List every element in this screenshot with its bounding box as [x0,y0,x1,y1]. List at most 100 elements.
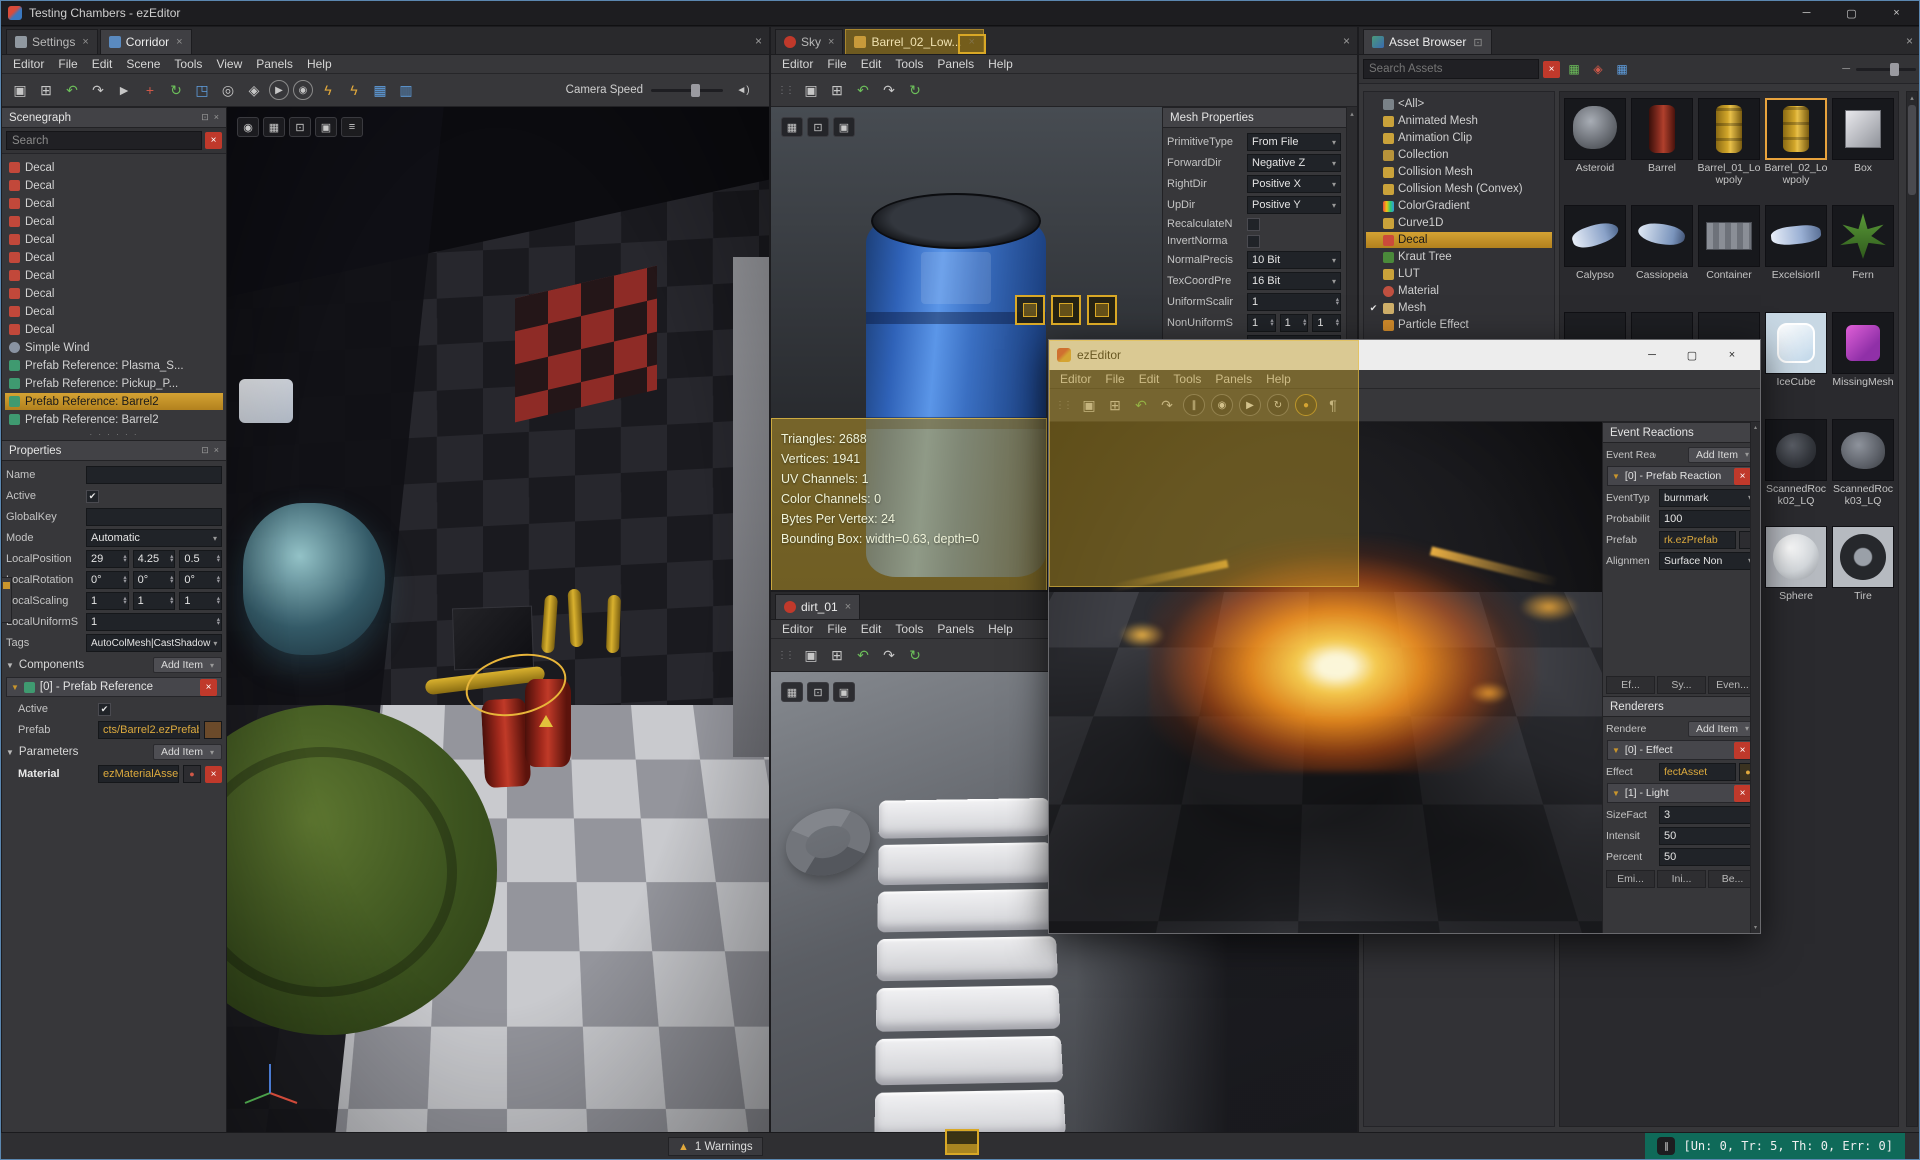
menu-item[interactable]: Tools [888,621,930,637]
close-panel-icon[interactable]: × [214,445,219,456]
texcoord-precision-dropdown[interactable]: 16 Bit ▾ [1247,272,1341,290]
scenegraph-item[interactable]: Decal [5,159,223,176]
event-reaction-header[interactable]: ▼ [0] - Prefab Reaction × [1607,466,1756,486]
scenegraph-item[interactable]: Decal [5,195,223,212]
asset-type-filter[interactable]: Animation Clip [1366,130,1552,146]
asset-item[interactable]: Asteroid [1563,98,1627,202]
render-pipeline-icon[interactable]: ▦ [368,78,392,102]
menu-item[interactable]: Tools [1166,371,1208,387]
menu-item[interactable]: Panels [930,56,981,72]
clear-search-icon[interactable]: × [205,132,222,149]
select-mode-icon[interactable]: ► [112,78,136,102]
add-parameter-button[interactable]: Add Item ▾ [153,744,222,760]
menu-item[interactable]: Panels [249,56,300,72]
remove-parameter-icon[interactable]: × [205,766,222,783]
maximize-viewport-icon[interactable]: ⊡ [807,682,829,702]
document-tab[interactable]: Corridor × [100,29,192,54]
asset-item[interactable]: Cassiopeia [1630,205,1694,309]
asset-type-filter[interactable]: Collection [1366,147,1552,163]
component-header[interactable]: ▼ [0] - Prefab Reference × [6,677,222,697]
save-all-icon[interactable]: ⊞ [34,78,58,102]
sort-assets-icon[interactable]: ▦ [1564,59,1584,79]
scenegraph-item[interactable]: Decal [5,303,223,320]
menu-item[interactable]: Editor [775,621,820,637]
menu-item[interactable]: File [51,56,84,72]
save-icon[interactable]: ▣ [799,78,823,102]
clear-search-icon[interactable]: × [1543,61,1560,78]
close-button[interactable]: × [1712,340,1752,370]
toolbar-drag-handle[interactable]: ⋮⋮ [1055,400,1071,411]
scaling-x-input[interactable]: 1 ▴ ▾ [86,592,129,610]
menu-item[interactable]: Help [300,56,339,72]
asset-item[interactable]: Container [1697,205,1761,309]
save-icon[interactable]: ▣ [1077,393,1101,417]
menu-item[interactable]: File [820,621,853,637]
rotate-gizmo-icon[interactable]: ↻ [164,78,188,102]
menu-item[interactable]: Edit [85,56,120,72]
maximize-button[interactable]: ▢ [1672,340,1712,370]
asset-type-filter[interactable]: Particle Effect [1366,317,1552,333]
menu-item[interactable]: Help [981,621,1020,637]
asset-item[interactable]: Barrel_01_Lowpoly [1697,98,1761,202]
show-text-icon[interactable]: ¶ [1321,393,1345,417]
pause-sim-icon[interactable]: ∥ [1183,394,1205,416]
mode-dropdown[interactable]: Automatic ▾ [86,529,222,547]
recalculate-normals-checkbox[interactable] [1247,218,1260,231]
world-space-icon[interactable]: ◎ [216,78,240,102]
intensity-input[interactable]: 50▴▾ [1659,827,1757,845]
menu-item[interactable]: File [820,56,853,72]
nonuniform-y-input[interactable]: 1 ▴ ▾ [1280,314,1309,332]
maximize-viewport-icon[interactable]: ⊡ [807,117,829,137]
asset-type-filter[interactable]: Collision Mesh (Convex) [1366,181,1552,197]
zoom-out-icon[interactable]: ─ [1842,63,1850,75]
render-mode-icon[interactable]: ▣ [833,682,855,702]
redo-icon[interactable]: ↷ [877,78,901,102]
asset-type-filter[interactable]: Animated Mesh [1366,113,1552,129]
menu-item[interactable]: Editor [6,56,51,72]
position-x-input[interactable]: 29 ▴ ▾ [86,550,129,568]
active-checkbox[interactable]: ✔ [86,490,99,503]
menu-item[interactable]: Edit [1132,371,1167,387]
simulate-icon[interactable]: ◉ [293,80,313,100]
scenegraph-item[interactable]: Decal [5,213,223,230]
asset-type-filter[interactable]: Kraut Tree [1366,249,1552,265]
scenegraph-item[interactable]: Decal [5,231,223,248]
menu-item[interactable]: Help [981,56,1020,72]
stop-sim-icon[interactable]: ◉ [1211,394,1233,416]
menu-item[interactable]: Tools [167,56,209,72]
asset-item[interactable]: ScannedRock02_LQ [1764,419,1828,523]
size-factor-input[interactable]: 3▴▾ [1659,806,1757,824]
uniform-scaling-input[interactable]: 1 ▴ ▾ [86,613,222,631]
copy-icon[interactable]: ⊞ [1103,393,1127,417]
normal-precision-dropdown[interactable]: 10 Bit ▾ [1247,251,1341,269]
grid-icon[interactable]: ▦ [781,117,803,137]
pane-close-icon[interactable]: × [755,35,762,47]
float-panel-icon[interactable]: ⊡ [201,112,209,123]
add-event-reaction-button[interactable]: Add Item ▾ [1688,447,1757,463]
warnings-chip[interactable]: ▲ 1 Warnings [668,1137,763,1156]
position-z-input[interactable]: 0.5 ▴ ▾ [179,550,222,568]
float-panel-icon[interactable]: ⊡ [201,445,209,456]
probability-input[interactable]: 100▴▾ [1659,510,1757,528]
type-checkbox[interactable]: ✔ [1368,303,1379,314]
menu-item[interactable]: View [209,56,249,72]
menu-item[interactable]: Tools [888,56,930,72]
remove-reaction-icon[interactable]: × [1734,468,1751,485]
document-tab[interactable]: Settings × [6,29,98,54]
tab-close-icon[interactable]: × [82,36,88,48]
asset-type-filter[interactable]: <All> [1366,96,1552,112]
scaling-y-input[interactable]: 1 ▴ ▾ [133,592,176,610]
rotation-y-input[interactable]: 0° ▴ ▾ [133,571,176,589]
asset-type-filter[interactable]: LUT [1366,266,1552,282]
redo-icon[interactable]: ↷ [86,78,110,102]
document-tab[interactable]: Sky × [775,29,843,54]
scaling-z-input[interactable]: 1 ▴ ▾ [179,592,222,610]
undo-icon[interactable]: ↶ [851,78,875,102]
camera-icon[interactable]: ◉ [237,117,259,137]
nonuniform-x-input[interactable]: 1 ▴ ▾ [1247,314,1276,332]
maximize-viewport-icon[interactable]: ▣ [315,117,337,137]
tab-close-icon[interactable]: × [828,36,834,48]
menu-item[interactable]: Edit [854,56,889,72]
asset-item[interactable]: Barrel [1630,98,1694,202]
remove-renderer-icon[interactable]: × [1734,785,1751,802]
